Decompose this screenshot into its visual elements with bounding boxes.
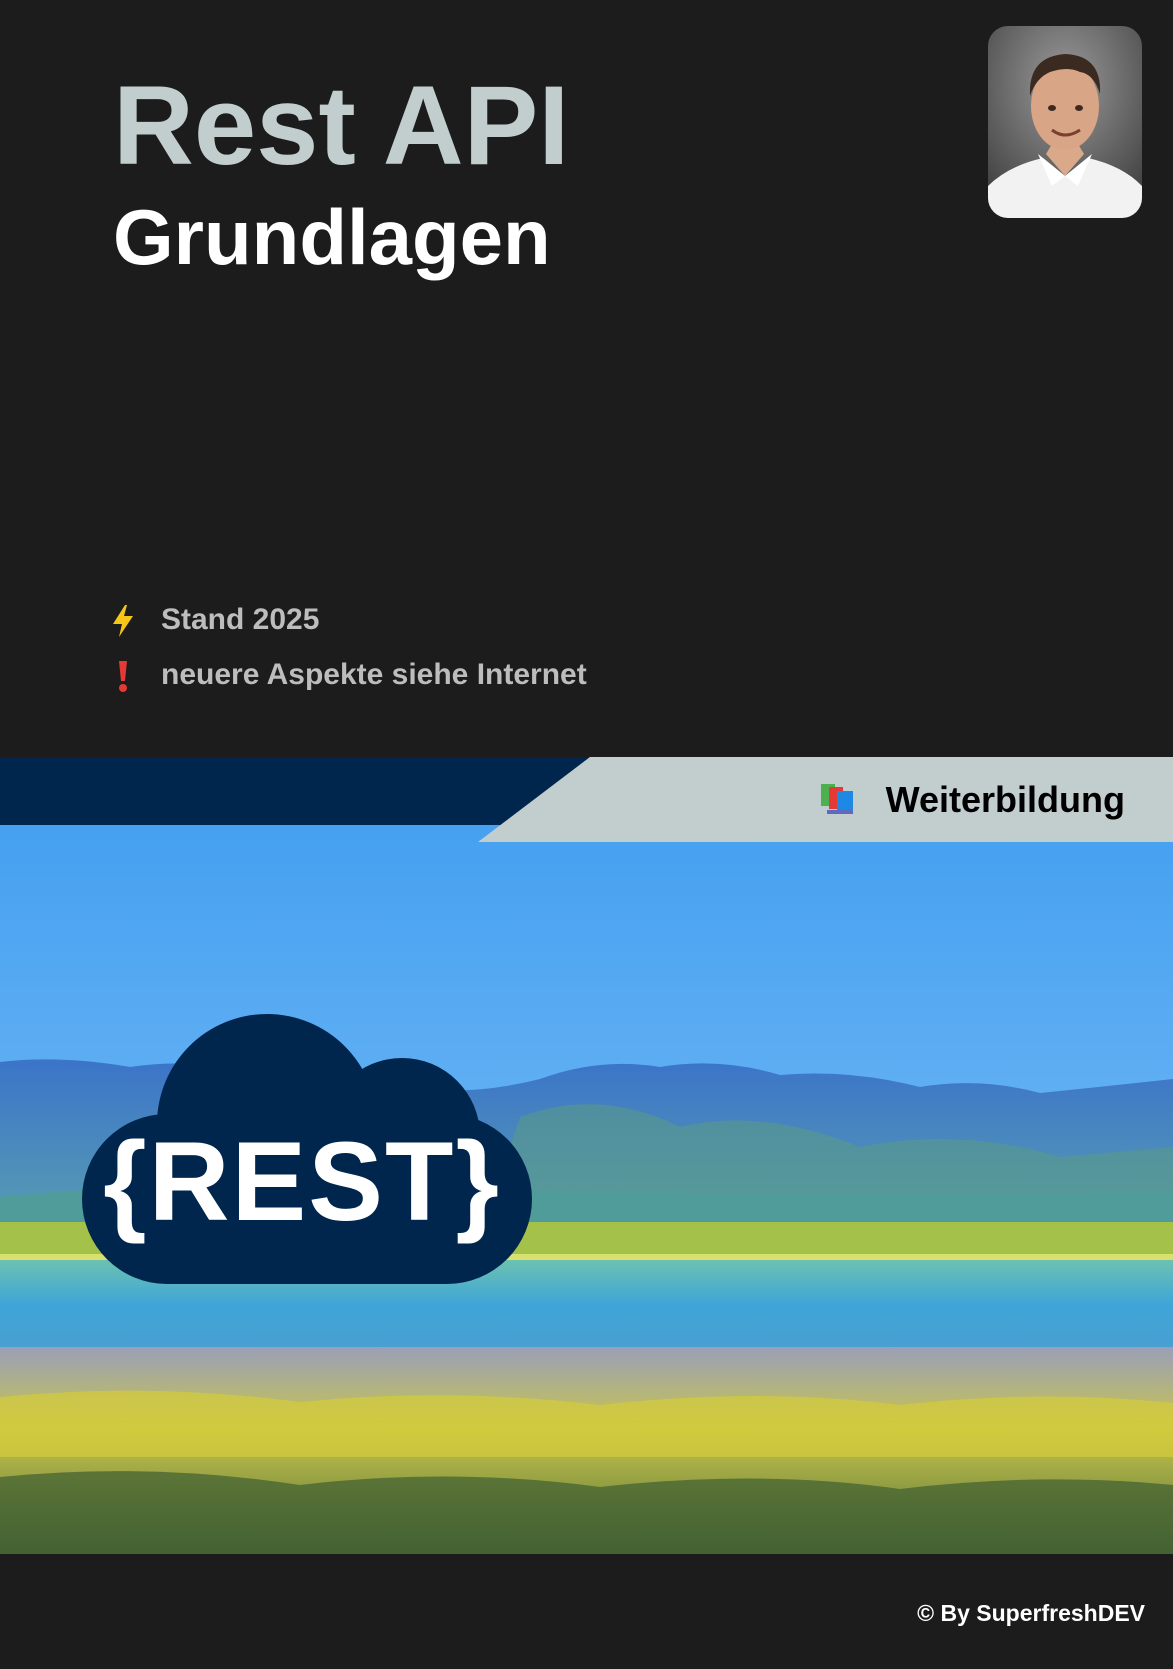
exclamation-icon [119,661,127,692]
category-label: Weiterbildung [885,779,1125,820]
info-row-hint: neuere Aspekte siehe Internet [110,655,710,695]
page-subtitle: Grundlagen [113,193,551,281]
avatar [988,26,1142,218]
cover-banner: Weiterbildung {REST} [0,757,1173,1554]
rest-logo: {REST} [72,1014,542,1284]
author-portrait-icon [988,26,1142,218]
page-title: Rest API [113,63,570,188]
info-row-stand: Stand 2025 [110,600,710,640]
rest-logo-text: {REST} [103,1119,501,1244]
books-icon [821,784,854,814]
category-badge: Weiterbildung [819,779,1125,820]
info-text-hint: neuere Aspekte siehe Internet [161,658,587,691]
footer-credit: © By SuperfreshDEV [917,1600,1145,1626]
info-text-stand: Stand 2025 [161,603,320,636]
lightning-icon [113,605,133,637]
